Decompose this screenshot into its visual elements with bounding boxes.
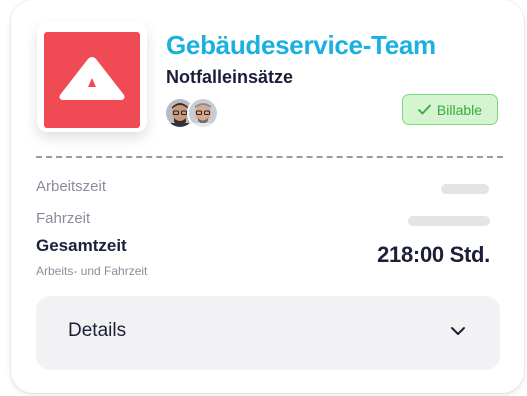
- logo-tile: [44, 32, 140, 128]
- team-subtitle: Notfalleinsätze: [166, 67, 294, 87]
- team-logo: [37, 22, 147, 132]
- billable-label: Billable: [436, 101, 483, 118]
- work-time-value-placeholder: [441, 184, 489, 194]
- triangle-logo-icon: [59, 57, 125, 100]
- team-title: Gebäudeservice-Team: [166, 30, 436, 60]
- total-time-sublabel: Arbeits- und Fahrzeit: [36, 264, 148, 278]
- travel-time-label: Fahrzeit: [36, 210, 91, 227]
- billable-badge[interactable]: Billable: [402, 94, 498, 125]
- travel-time-value-placeholder: [408, 216, 490, 226]
- total-time-value: 218:00 Std.: [377, 242, 490, 267]
- dashed-divider: [36, 156, 503, 158]
- total-time-label: Gesamtzeit: [36, 236, 127, 255]
- details-accordion[interactable]: Details: [36, 296, 500, 370]
- avatar[interactable]: [187, 97, 219, 129]
- team-card: Gebäudeservice-Team Notfalleinsätze Bill…: [11, 0, 524, 393]
- details-label: Details: [68, 320, 127, 341]
- work-time-label: Arbeitszeit: [36, 178, 107, 195]
- check-icon: [418, 104, 431, 115]
- chevron-down-icon[interactable]: [450, 326, 466, 336]
